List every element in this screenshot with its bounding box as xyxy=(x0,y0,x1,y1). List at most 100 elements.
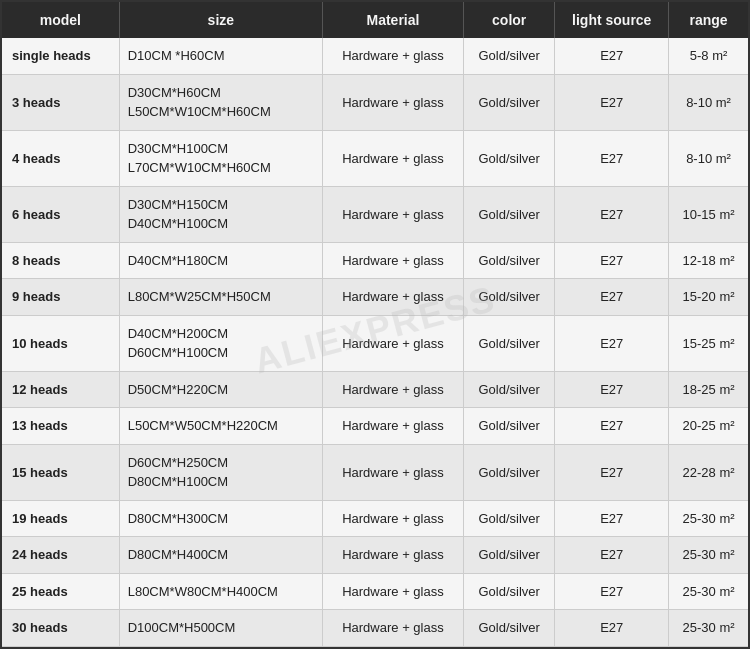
table-row: 30 heads D100CM*H500CM Hardware + glass … xyxy=(2,610,748,647)
cell-model: 4 heads xyxy=(2,130,119,186)
cell-material: Hardware + glass xyxy=(323,444,464,500)
cell-color: Gold/silver xyxy=(463,186,555,242)
cell-model: 6 heads xyxy=(2,186,119,242)
cell-light-source: E27 xyxy=(555,500,669,537)
product-table-wrapper: model size Material color light source r… xyxy=(0,0,750,649)
cell-light-source: E27 xyxy=(555,279,669,316)
cell-color: Gold/silver xyxy=(463,537,555,574)
cell-light-source: E27 xyxy=(555,573,669,610)
cell-material: Hardware + glass xyxy=(323,537,464,574)
cell-range: 22-28 m² xyxy=(669,444,748,500)
table-row: 10 heads D40CM*H200CMD60CM*H100CM Hardwa… xyxy=(2,315,748,371)
table-row: 8 heads D40CM*H180CM Hardware + glass Go… xyxy=(2,242,748,279)
cell-model: 25 heads xyxy=(2,573,119,610)
cell-model: single heads xyxy=(2,38,119,74)
table-row: 6 heads D30CM*H150CMD40CM*H100CM Hardwar… xyxy=(2,186,748,242)
cell-color: Gold/silver xyxy=(463,315,555,371)
cell-range: 18-25 m² xyxy=(669,371,748,408)
cell-range: 25-30 m² xyxy=(669,573,748,610)
cell-light-source: E27 xyxy=(555,74,669,130)
cell-range: 12-18 m² xyxy=(669,242,748,279)
cell-light-source: E27 xyxy=(555,242,669,279)
cell-model: 9 heads xyxy=(2,279,119,316)
cell-light-source: E27 xyxy=(555,537,669,574)
cell-color: Gold/silver xyxy=(463,38,555,74)
cell-light-source: E27 xyxy=(555,610,669,647)
header-color: color xyxy=(463,2,555,38)
cell-material: Hardware + glass xyxy=(323,186,464,242)
cell-color: Gold/silver xyxy=(463,610,555,647)
cell-light-source: E27 xyxy=(555,371,669,408)
cell-material: Hardware + glass xyxy=(323,573,464,610)
table-row: 19 heads D80CM*H300CM Hardware + glass G… xyxy=(2,500,748,537)
cell-light-source: E27 xyxy=(555,444,669,500)
cell-model: 10 heads xyxy=(2,315,119,371)
cell-size: D80CM*H300CM xyxy=(119,500,322,537)
cell-light-source: E27 xyxy=(555,130,669,186)
cell-size: D80CM*H400CM xyxy=(119,537,322,574)
cell-range: 25-30 m² xyxy=(669,500,748,537)
cell-size: D40CM*H180CM xyxy=(119,242,322,279)
cell-material: Hardware + glass xyxy=(323,130,464,186)
cell-material: Hardware + glass xyxy=(323,610,464,647)
cell-range: 15-25 m² xyxy=(669,315,748,371)
cell-size: D60CM*H250CMD80CM*H100CM xyxy=(119,444,322,500)
cell-range: 15-20 m² xyxy=(669,279,748,316)
cell-color: Gold/silver xyxy=(463,444,555,500)
cell-size: L50CM*W50CM*H220CM xyxy=(119,408,322,445)
table-row: 15 heads D60CM*H250CMD80CM*H100CM Hardwa… xyxy=(2,444,748,500)
table-row: 4 heads D30CM*H100CML70CM*W10CM*H60CM Ha… xyxy=(2,130,748,186)
cell-color: Gold/silver xyxy=(463,74,555,130)
cell-model: 24 heads xyxy=(2,537,119,574)
cell-model: 3 heads xyxy=(2,74,119,130)
cell-material: Hardware + glass xyxy=(323,74,464,130)
cell-model: 19 heads xyxy=(2,500,119,537)
cell-size: D40CM*H200CMD60CM*H100CM xyxy=(119,315,322,371)
cell-range: 25-30 m² xyxy=(669,537,748,574)
cell-light-source: E27 xyxy=(555,315,669,371)
cell-material: Hardware + glass xyxy=(323,500,464,537)
cell-range: 20-25 m² xyxy=(669,408,748,445)
cell-model: 12 heads xyxy=(2,371,119,408)
cell-material: Hardware + glass xyxy=(323,279,464,316)
cell-size: D100CM*H500CM xyxy=(119,610,322,647)
header-range: range xyxy=(669,2,748,38)
cell-light-source: E27 xyxy=(555,408,669,445)
cell-range: 10-15 m² xyxy=(669,186,748,242)
table-row: 12 heads D50CM*H220CM Hardware + glass G… xyxy=(2,371,748,408)
header-light-source: light source xyxy=(555,2,669,38)
cell-material: Hardware + glass xyxy=(323,315,464,371)
table-row: 24 heads D80CM*H400CM Hardware + glass G… xyxy=(2,537,748,574)
cell-color: Gold/silver xyxy=(463,408,555,445)
cell-range: 5-8 m² xyxy=(669,38,748,74)
cell-material: Hardware + glass xyxy=(323,38,464,74)
cell-size: D30CM*H100CML70CM*W10CM*H60CM xyxy=(119,130,322,186)
cell-material: Hardware + glass xyxy=(323,371,464,408)
cell-model: 13 heads xyxy=(2,408,119,445)
cell-size: D10CM *H60CM xyxy=(119,38,322,74)
table-row: 9 heads L80CM*W25CM*H50CM Hardware + gla… xyxy=(2,279,748,316)
cell-material: Hardware + glass xyxy=(323,408,464,445)
cell-size: L80CM*W25CM*H50CM xyxy=(119,279,322,316)
table-row: 13 heads L50CM*W50CM*H220CM Hardware + g… xyxy=(2,408,748,445)
cell-color: Gold/silver xyxy=(463,573,555,610)
table-row: 3 heads D30CM*H60CML50CM*W10CM*H60CM Har… xyxy=(2,74,748,130)
header-size: size xyxy=(119,2,322,38)
cell-color: Gold/silver xyxy=(463,130,555,186)
table-row: 25 heads L80CM*W80CM*H400CM Hardware + g… xyxy=(2,573,748,610)
cell-size: D30CM*H150CMD40CM*H100CM xyxy=(119,186,322,242)
cell-size: D50CM*H220CM xyxy=(119,371,322,408)
cell-model: 15 heads xyxy=(2,444,119,500)
table-header-row: model size Material color light source r… xyxy=(2,2,748,38)
cell-color: Gold/silver xyxy=(463,279,555,316)
cell-light-source: E27 xyxy=(555,186,669,242)
cell-color: Gold/silver xyxy=(463,371,555,408)
cell-range: 8-10 m² xyxy=(669,130,748,186)
cell-material: Hardware + glass xyxy=(323,242,464,279)
product-table: model size Material color light source r… xyxy=(2,2,748,647)
header-material: Material xyxy=(323,2,464,38)
page-container: model size Material color light source r… xyxy=(0,0,750,660)
header-model: model xyxy=(2,2,119,38)
cell-light-source: E27 xyxy=(555,38,669,74)
cell-color: Gold/silver xyxy=(463,242,555,279)
